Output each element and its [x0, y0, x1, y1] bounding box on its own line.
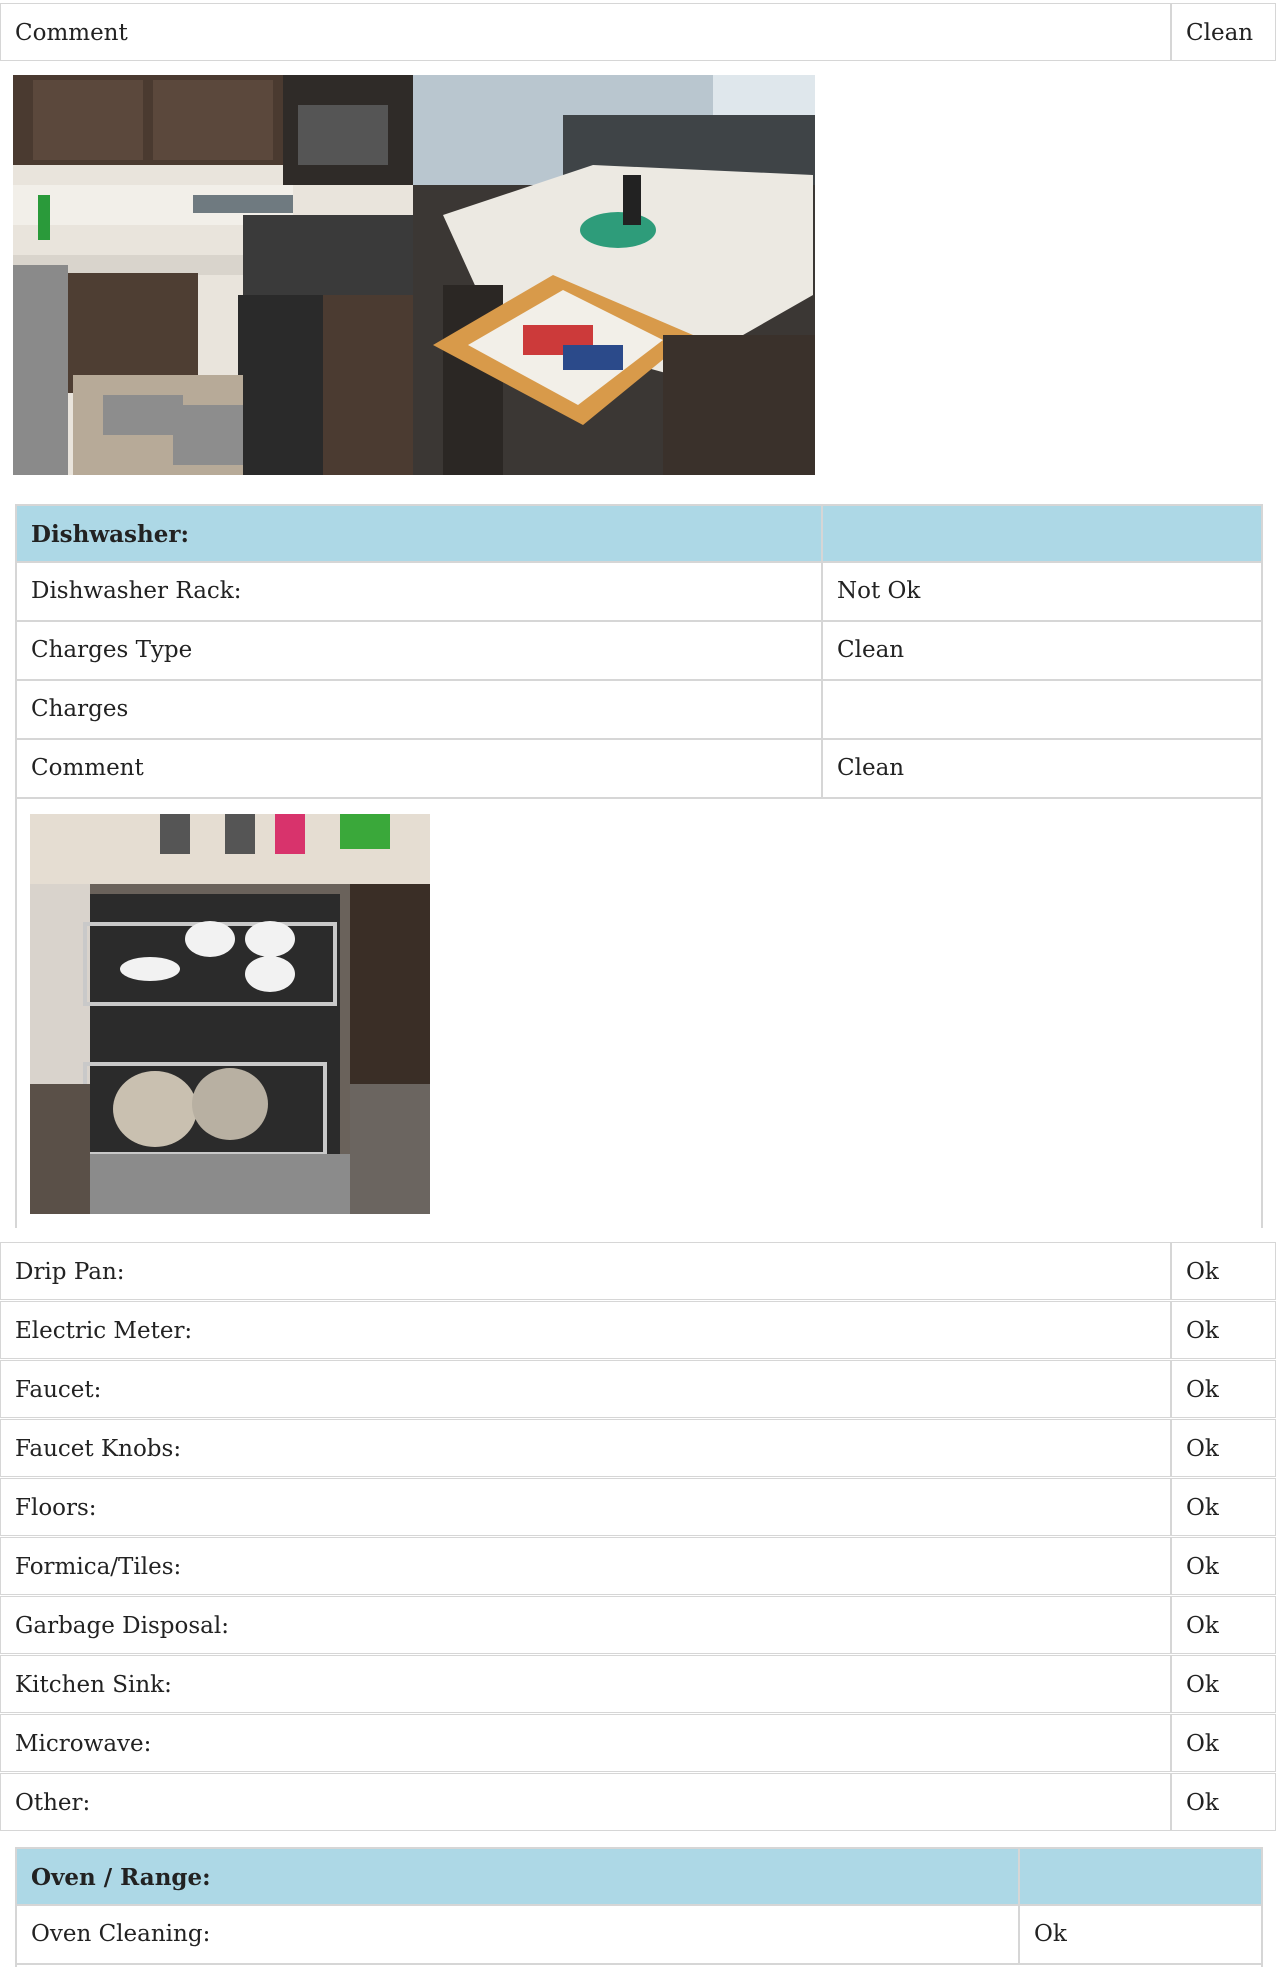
section-title: Oven / Range: [31, 1864, 211, 1891]
row-value: Ok [1170, 1479, 1277, 1535]
row-label: Comment [15, 20, 128, 46]
row-label: Other: [15, 1790, 91, 1816]
row-label: Garbage Disposal: [15, 1613, 229, 1639]
island-drawer-photo[interactable] [413, 75, 815, 475]
table-row: Charges [17, 681, 1261, 740]
row-label: Electric Meter: [15, 1318, 193, 1344]
section-header: Dishwasher: [17, 504, 1261, 563]
table-row: Faucet: Ok [0, 1360, 1276, 1418]
row-label: Microwave: [15, 1731, 152, 1757]
table-row: Other: Ok [0, 1773, 1276, 1831]
table-row: Floors: Ok [0, 1478, 1276, 1536]
section-header-value [1018, 1849, 1261, 1904]
table-row: Drip Pan: Ok [0, 1242, 1276, 1300]
row-value [821, 681, 1261, 738]
section-header: Oven / Range: [17, 1847, 1261, 1906]
row-label: Floors: [15, 1495, 97, 1521]
row-value: Ok [1018, 1906, 1261, 1963]
row-label: Comment [31, 755, 144, 781]
table-row: Formica/Tiles: Ok [0, 1537, 1276, 1595]
section-title: Dishwasher: [31, 521, 189, 548]
table-row: Electric Meter: Ok [0, 1301, 1276, 1359]
row-value: Ok [1170, 1656, 1277, 1712]
table-row: Oven Cleaning: Ok [17, 1906, 1261, 1965]
row-label: Faucet: [15, 1377, 102, 1403]
row-value: Ok [1170, 1715, 1277, 1771]
table-row: Kitchen Sink: Ok [0, 1655, 1276, 1713]
row-value: Ok [1170, 1420, 1277, 1476]
dishwasher-photo[interactable] [30, 814, 430, 1214]
dishwasher-section: Dishwasher: Dishwasher Rack: Not Ok Char… [15, 504, 1263, 1228]
table-row: Charges Type Clean [17, 622, 1261, 681]
kitchen-photo[interactable] [13, 75, 413, 475]
row-value: Ok [1170, 1243, 1277, 1299]
row-value: Clean [821, 622, 1261, 679]
row-label: Drip Pan: [15, 1259, 125, 1285]
row-value: Ok [1170, 1302, 1277, 1358]
row-label: Charges Type [31, 637, 193, 663]
table-row: Comment Clean [17, 740, 1261, 799]
oven-section: Oven / Range: Oven Cleaning: Ok [15, 1847, 1263, 1967]
table-row: Microwave: Ok [0, 1714, 1276, 1772]
table-row: Faucet Knobs: Ok [0, 1419, 1276, 1477]
row-label: Dishwasher Rack: [31, 578, 242, 604]
row-label: Oven Cleaning: [31, 1921, 211, 1947]
row-value: Ok [1170, 1538, 1277, 1594]
table-row: Garbage Disposal: Ok [0, 1596, 1276, 1654]
row-value: Clean [821, 740, 1261, 797]
row-value: Ok [1170, 1597, 1277, 1653]
row-value: Clean [1170, 4, 1277, 60]
row-label: Faucet Knobs: [15, 1436, 182, 1462]
section-header-value [821, 506, 1261, 561]
row-label: Formica/Tiles: [15, 1554, 182, 1580]
row-value: Ok [1170, 1361, 1277, 1417]
row-label: Charges [31, 696, 129, 722]
row-value: Ok [1170, 1774, 1277, 1830]
row-value: Not Ok [821, 563, 1261, 620]
table-row: Dishwasher Rack: Not Ok [17, 563, 1261, 622]
row-label: Kitchen Sink: [15, 1672, 172, 1698]
table-row: Comment Clean [0, 3, 1276, 61]
